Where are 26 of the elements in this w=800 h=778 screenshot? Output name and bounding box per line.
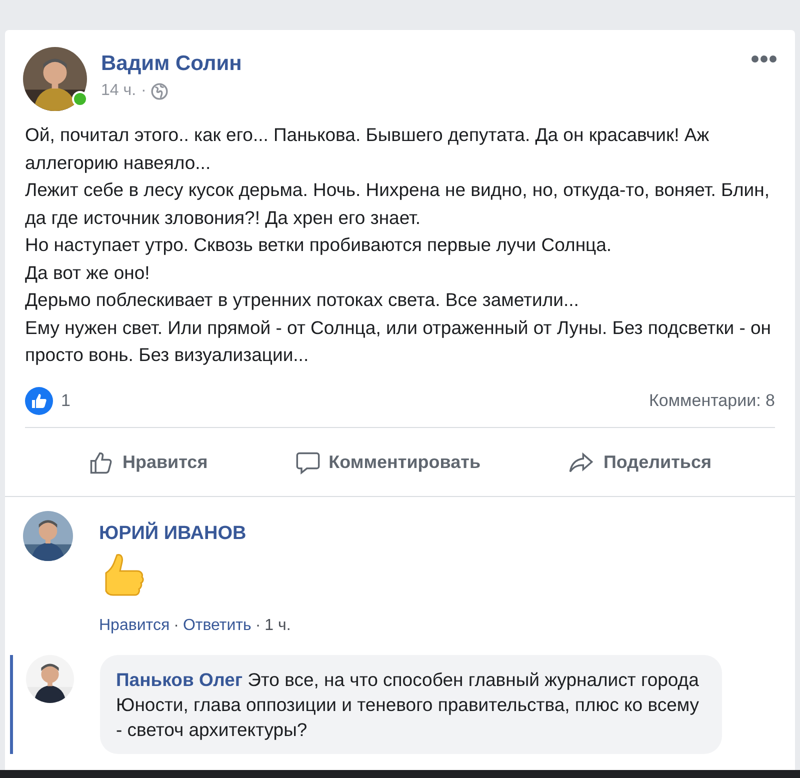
- globe-icon: [151, 82, 168, 100]
- post-paragraph: Но наступает утро. Сквозь ветки пробиваются первые лучи Солнца.: [25, 233, 613, 257]
- post-time[interactable]: 14 ч.: [101, 82, 136, 100]
- post-paragraph: Ой, почитал этого.. как его... Панькова. Бывшего депутата. Да он красавчик! Аж аллегорию навеяло...: [25, 123, 710, 175]
- thumbs-up-icon: [88, 450, 114, 476]
- separator-dot: ·: [255, 616, 261, 634]
- reply-link[interactable]: Ответить: [182, 616, 252, 634]
- post-action-button[interactable]: Комментировать: [286, 446, 489, 480]
- like-count[interactable]: 1: [61, 390, 70, 410]
- like-link[interactable]: Нравится: [99, 616, 170, 634]
- more-options-icon[interactable]: [751, 55, 777, 63]
- comment-text: Паньков Олег Это все, на что способен главный журналист города Юности, глава оппозиции и теневого правительства, плюс ко всему - светоч архитектуры?: [116, 668, 700, 740]
- separator-dot: ·: [141, 82, 146, 100]
- comment-count[interactable]: Комментарии: 8: [649, 390, 775, 410]
- speech-bubble-icon: [294, 450, 321, 476]
- post-paragraph: Дерьмо поблескивает в утренних потоках света. Все заметили...: [25, 288, 580, 312]
- commenter-name[interactable]: ЮРИЙ ИВАНОВ: [99, 522, 291, 544]
- post-paragraph: Да вот же оно!: [25, 260, 151, 285]
- post-action-button[interactable]: Поделиться: [559, 446, 720, 480]
- post-action-button[interactable]: Нравится: [80, 446, 216, 480]
- like-reaction-icon: [25, 386, 53, 414]
- comment-time[interactable]: 1 ч.: [264, 616, 291, 634]
- post-paragraph: Лежит себе в лесу кусок дерьма. Ночь. Нихрена не видно, но, откуда-то, воняет. Блин, да где источник зловония?! Да хрен его знает.: [25, 178, 770, 230]
- separator-dot: ·: [174, 616, 179, 634]
- post-paragraph: Ему нужен свет. Или прямой - от Солнца, или отраженный от Луны. Без подсветки - он просто вонь. Без визуализации...: [25, 316, 772, 367]
- author-name[interactable]: Вадим Солин: [101, 52, 737, 76]
